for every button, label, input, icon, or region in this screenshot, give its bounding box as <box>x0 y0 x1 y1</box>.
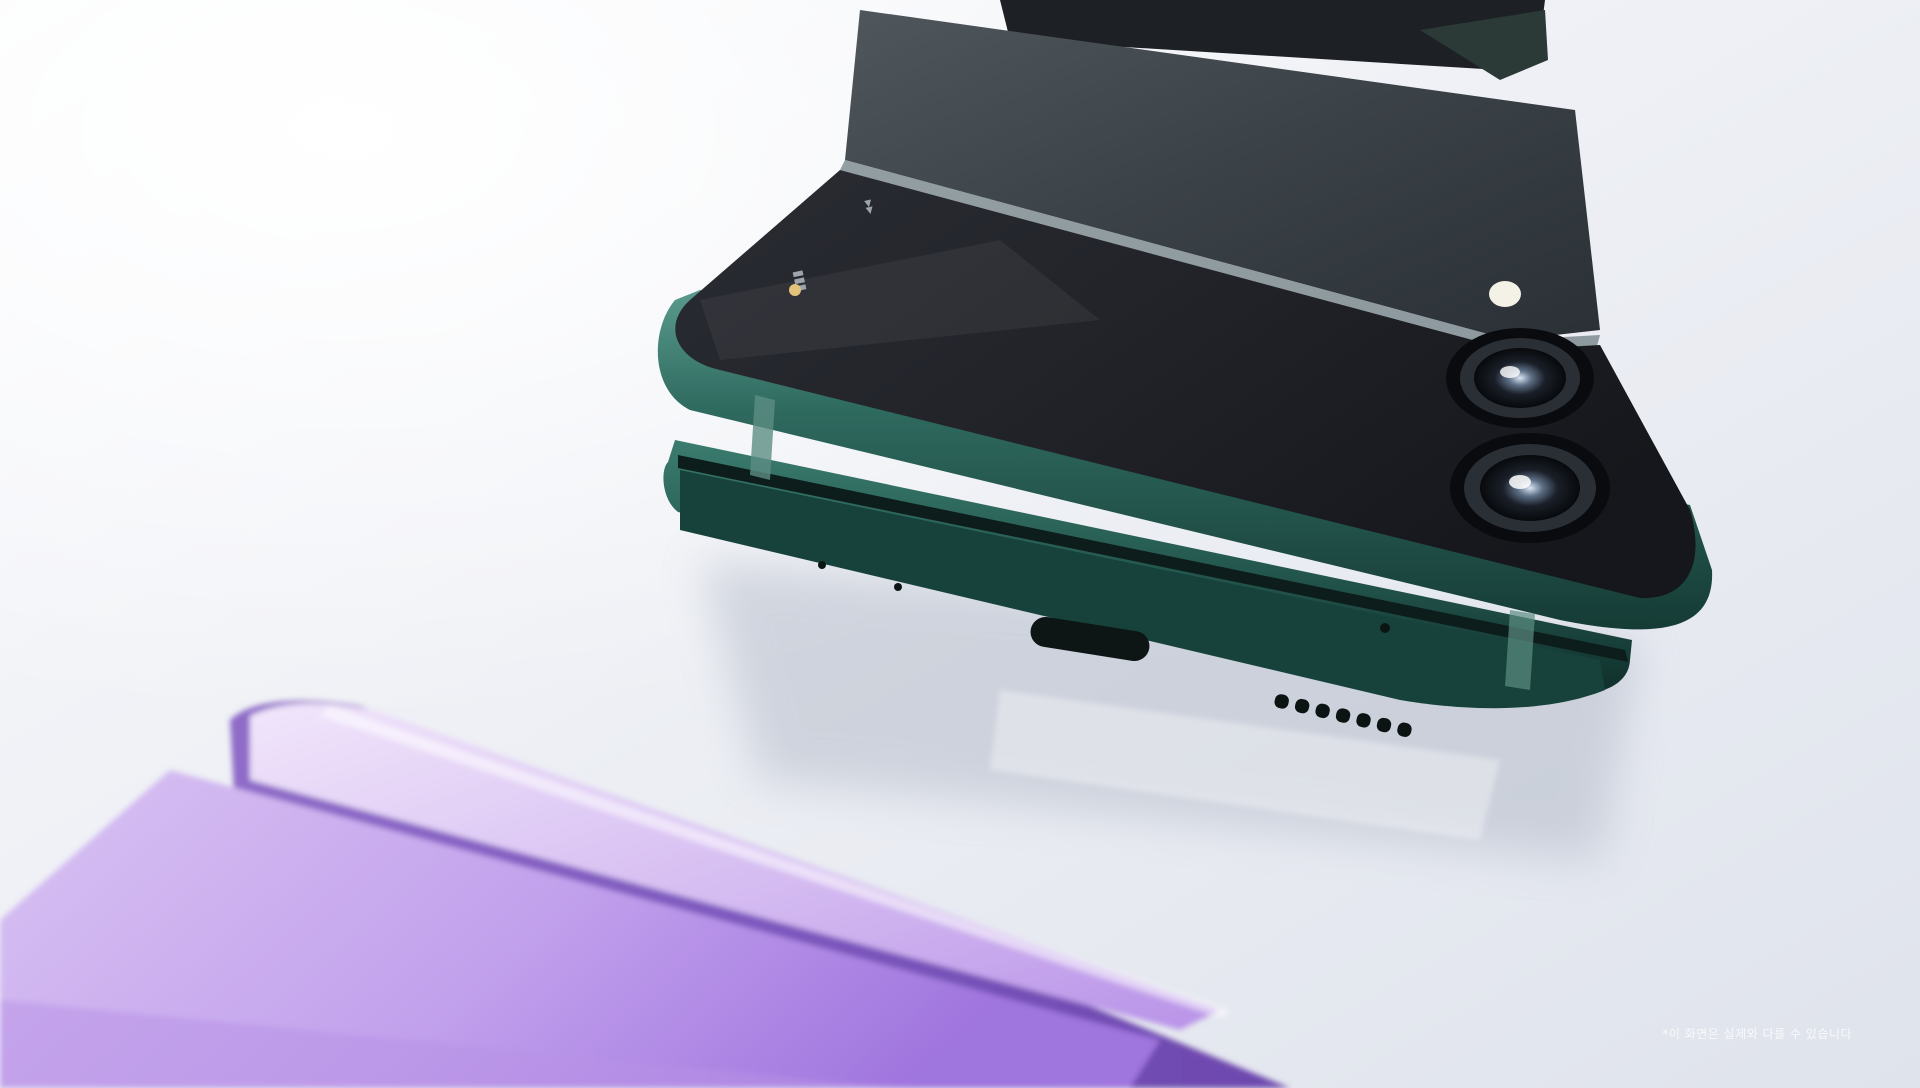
camera-lens-icon <box>1446 328 1594 428</box>
camera-lens-icon <box>1450 433 1610 543</box>
notification-dot <box>789 284 801 296</box>
disclaimer-caption: *이 화면은 실제와 다를 수 있습니다 <box>1662 1027 1852 1041</box>
flash-icon <box>1489 281 1521 307</box>
product-photo-scene: ▸▸ ▮▮▮ <box>0 0 1920 1088</box>
